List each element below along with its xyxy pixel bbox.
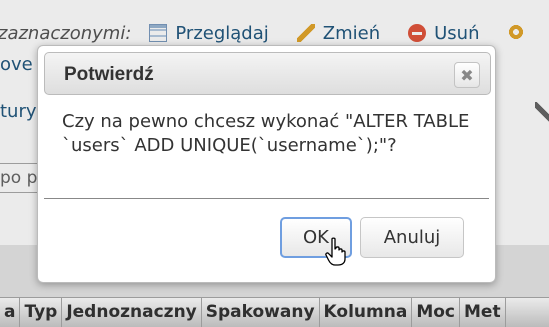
close-button[interactable]: ✖ xyxy=(454,62,480,88)
confirm-dialog: Potwierdź ✖ Czy na pewno chcesz wykonać … xyxy=(37,45,496,283)
hand-cursor-icon xyxy=(325,237,346,266)
dialog-divider xyxy=(44,198,489,199)
dialog-title: Potwierdź xyxy=(64,64,154,85)
close-icon: ✖ xyxy=(460,65,474,85)
cancel-button[interactable]: Anuluj xyxy=(360,217,464,258)
dialog-message: Czy na pewno chcesz wykonać "ALTER TABLE… xyxy=(62,111,470,156)
dialog-titlebar[interactable]: Potwierdź ✖ xyxy=(44,52,491,95)
